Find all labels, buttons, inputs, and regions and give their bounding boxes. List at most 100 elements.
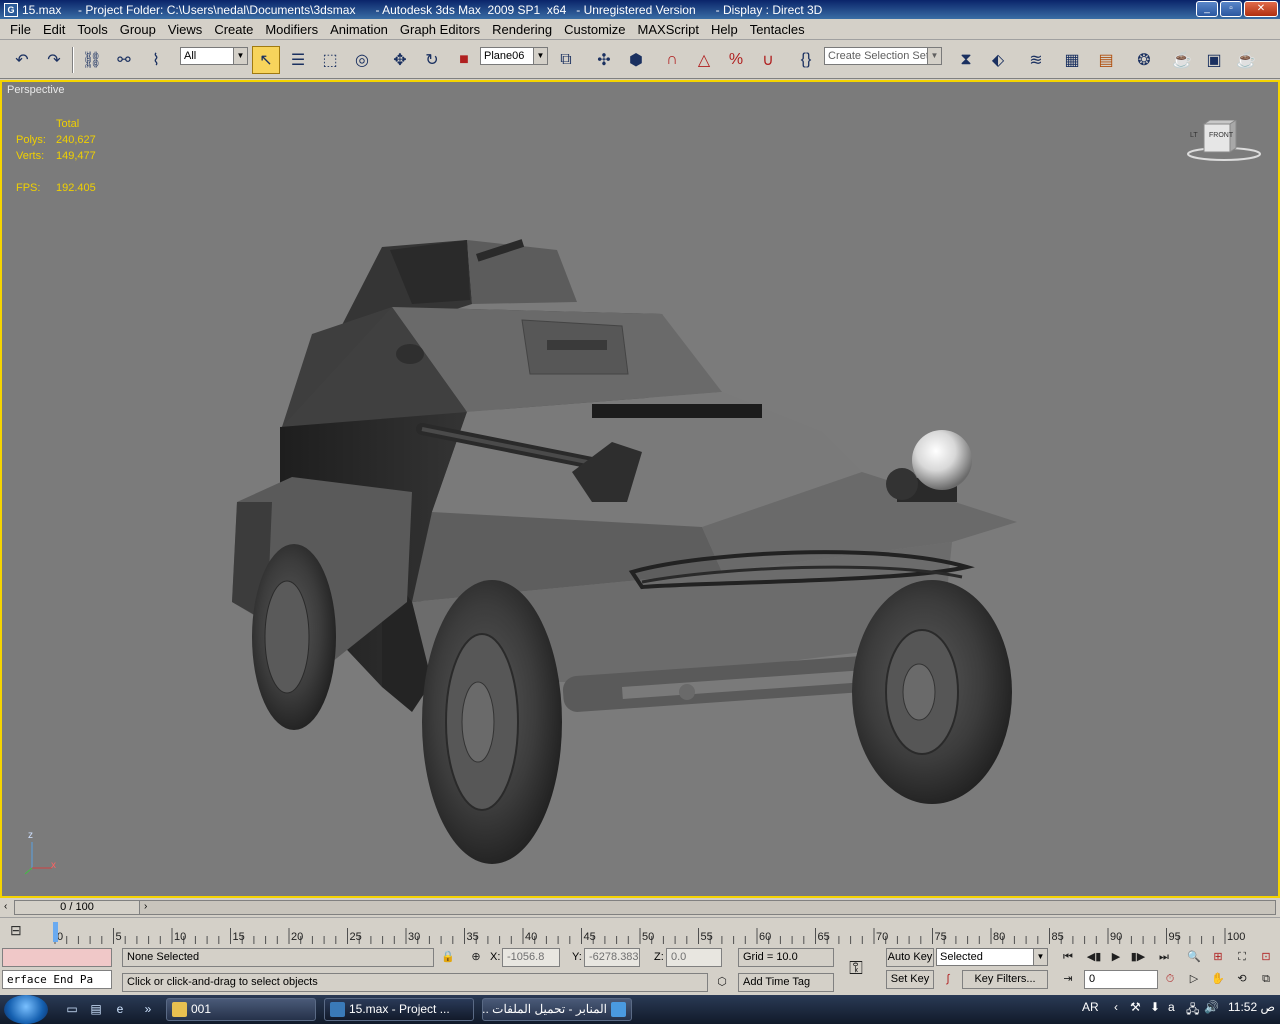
snaps-toggle-icon[interactable]: ∩ xyxy=(658,46,686,74)
menu-file[interactable]: File xyxy=(4,22,37,37)
zoom-extents-all-icon[interactable]: ⊡ xyxy=(1256,948,1276,967)
reference-coordinate-dropdown[interactable]: Plane06 ▼ xyxy=(480,47,548,65)
x-coordinate-field[interactable]: -1056.8 xyxy=(502,948,560,967)
taskbar-item-3dsmax[interactable]: 15.max - Project ... xyxy=(324,998,474,1021)
menu-rendering[interactable]: Rendering xyxy=(486,22,558,37)
menu-edit[interactable]: Edit xyxy=(37,22,71,37)
time-slider[interactable]: ‹ 0 / 100 › xyxy=(0,899,1280,916)
menu-maxscript[interactable]: MAXScript xyxy=(632,22,705,37)
tray-expand-icon[interactable]: ‹ xyxy=(1114,1000,1118,1014)
layer-manager-icon[interactable]: ≋ xyxy=(1022,46,1050,74)
window-switcher-icon[interactable]: ▤ xyxy=(88,1002,104,1016)
menu-views[interactable]: Views xyxy=(162,22,208,37)
select-and-rotate-icon[interactable]: ↻ xyxy=(418,46,446,74)
tray-app-icon[interactable]: ⚒ xyxy=(1130,1000,1141,1014)
auto-key-button[interactable]: Auto Key xyxy=(886,948,934,967)
time-configuration-icon[interactable]: ⏱ xyxy=(1160,970,1180,989)
menu-tools[interactable]: Tools xyxy=(71,22,113,37)
pan-view-icon[interactable]: ✋ xyxy=(1208,970,1228,989)
zoom-extents-icon[interactable]: ⛶ xyxy=(1232,948,1252,967)
menu-modifiers[interactable]: Modifiers xyxy=(259,22,324,37)
maximize-button[interactable]: ▫ xyxy=(1220,1,1242,17)
time-slider-track[interactable] xyxy=(14,900,1276,915)
select-and-move-icon[interactable]: ✥ xyxy=(386,46,414,74)
redo-icon[interactable]: ↷ xyxy=(40,46,68,74)
close-button[interactable]: ✕ xyxy=(1244,1,1278,17)
field-of-view-icon[interactable]: ▷ xyxy=(1184,970,1204,989)
percent-snap-icon[interactable]: % xyxy=(722,46,750,74)
bind-to-space-warp-icon[interactable]: ⌇ xyxy=(142,46,170,74)
undo-icon[interactable]: ↶ xyxy=(8,46,36,74)
keyboard-shortcut-override-icon[interactable]: ⬢ xyxy=(622,46,650,74)
show-desktop-icon[interactable]: ▭ xyxy=(64,1002,80,1016)
set-key-button[interactable]: Set Key xyxy=(886,970,934,989)
menu-customize[interactable]: Customize xyxy=(558,22,631,37)
absolute-mode-transform-icon[interactable]: ⊕ xyxy=(466,948,486,967)
edit-named-selection-icon[interactable]: {} xyxy=(792,46,820,74)
material-editor-icon[interactable]: ❂ xyxy=(1130,46,1158,74)
orbit-icon[interactable]: ⟲ xyxy=(1232,970,1252,989)
go-to-end-icon[interactable]: ⏭ xyxy=(1154,948,1174,967)
menu-create[interactable]: Create xyxy=(208,22,259,37)
next-frame-icon[interactable]: ▮▶ xyxy=(1128,948,1148,967)
time-slider-prev-icon[interactable]: ‹ xyxy=(4,901,7,912)
select-and-link-icon[interactable]: ⛓ xyxy=(78,46,106,74)
key-mode-toggle-icon[interactable]: ⇥ xyxy=(1058,970,1078,989)
schematic-view-icon[interactable]: ▤ xyxy=(1092,46,1120,74)
zoom-icon[interactable]: 🔍 xyxy=(1184,948,1204,967)
current-frame-marker[interactable] xyxy=(53,922,58,942)
start-button[interactable] xyxy=(4,995,48,1024)
render-setup-icon[interactable]: ☕ xyxy=(1168,46,1196,74)
messenger-icon[interactable]: a xyxy=(1168,1000,1175,1014)
play-icon[interactable]: ▶ xyxy=(1106,948,1126,967)
key-mode-dropdown[interactable]: Selected ▼ xyxy=(936,948,1048,966)
selection-filter-dropdown[interactable]: All ▼ xyxy=(180,47,248,65)
menu-group[interactable]: Group xyxy=(114,22,162,37)
add-time-tag-icon[interactable]: ⬡ xyxy=(712,973,732,992)
clock[interactable]: 11:52 ص xyxy=(1228,1000,1275,1014)
add-time-tag-button[interactable]: Add Time Tag xyxy=(738,973,834,992)
curve-editor-icon[interactable]: ▦ xyxy=(1058,46,1086,74)
download-icon[interactable]: ⬇ xyxy=(1150,1000,1160,1014)
maxscript-mini-listener-top[interactable] xyxy=(2,948,112,967)
spinner-snap-icon[interactable]: ∪ xyxy=(754,46,782,74)
rendered-frame-window-icon[interactable]: ▣ xyxy=(1200,46,1228,74)
network-icon[interactable]: 🖧 xyxy=(1186,1000,1199,1021)
previous-frame-icon[interactable]: ◀▮ xyxy=(1084,948,1104,967)
time-slider-next-icon[interactable]: › xyxy=(144,901,147,912)
menu-tentacles[interactable]: Tentacles xyxy=(744,22,811,37)
menu-graph-editors[interactable]: Graph Editors xyxy=(394,22,486,37)
key-filters-button[interactable]: Key Filters... xyxy=(962,970,1048,989)
app-icon[interactable]: G xyxy=(4,2,18,17)
armored-car-model[interactable] xyxy=(2,82,1278,896)
default-in-out-tangents-icon[interactable]: ∫ xyxy=(938,970,958,989)
quick-render-icon[interactable]: ☕ xyxy=(1232,46,1260,74)
menu-animation[interactable]: Animation xyxy=(324,22,394,37)
set-key-mode-icon[interactable]: ⚿ xyxy=(846,959,866,978)
named-selection-dropdown[interactable]: Create Selection Set ▼ xyxy=(824,47,942,65)
zoom-all-icon[interactable]: ⊞ xyxy=(1208,948,1228,967)
time-slider-thumb[interactable]: 0 / 100 xyxy=(14,900,140,915)
select-object-icon[interactable]: ↖ xyxy=(252,46,280,74)
mirror-icon[interactable]: ⧗ xyxy=(952,46,980,74)
angle-snap-icon[interactable]: △ xyxy=(690,46,718,74)
rectangular-selection-icon[interactable]: ⬚ xyxy=(316,46,344,74)
select-and-manipulate-icon[interactable]: ✣ xyxy=(590,46,618,74)
go-to-start-icon[interactable]: ⏮ xyxy=(1058,948,1078,967)
select-by-name-icon[interactable]: ☰ xyxy=(284,46,312,74)
lock-selection-icon[interactable]: 🔒 xyxy=(438,948,458,967)
internet-explorer-icon[interactable]: e xyxy=(112,1002,128,1016)
maxscript-mini-listener[interactable]: erface End Pa xyxy=(2,970,112,989)
window-crossing-icon[interactable]: ◎ xyxy=(348,46,376,74)
perspective-viewport[interactable]: Perspective Total Polys: 240,627 Verts: … xyxy=(0,80,1280,898)
taskbar-item-browser[interactable]: المنابر - تحميل الملفات ... xyxy=(482,998,632,1021)
taskbar-item-folder[interactable]: 001 xyxy=(166,998,316,1021)
minimize-button[interactable]: _ xyxy=(1196,1,1218,17)
menu-help[interactable]: Help xyxy=(705,22,744,37)
volume-icon[interactable]: 🔊 xyxy=(1204,1000,1219,1014)
language-indicator[interactable]: AR xyxy=(1082,1000,1099,1014)
pivot-center-icon[interactable]: ⧉ xyxy=(552,46,580,74)
current-frame-field[interactable]: 0 xyxy=(1084,970,1158,989)
unlink-icon[interactable]: ⚯ xyxy=(110,46,138,74)
z-coordinate-field[interactable]: 0.0 xyxy=(666,948,722,967)
